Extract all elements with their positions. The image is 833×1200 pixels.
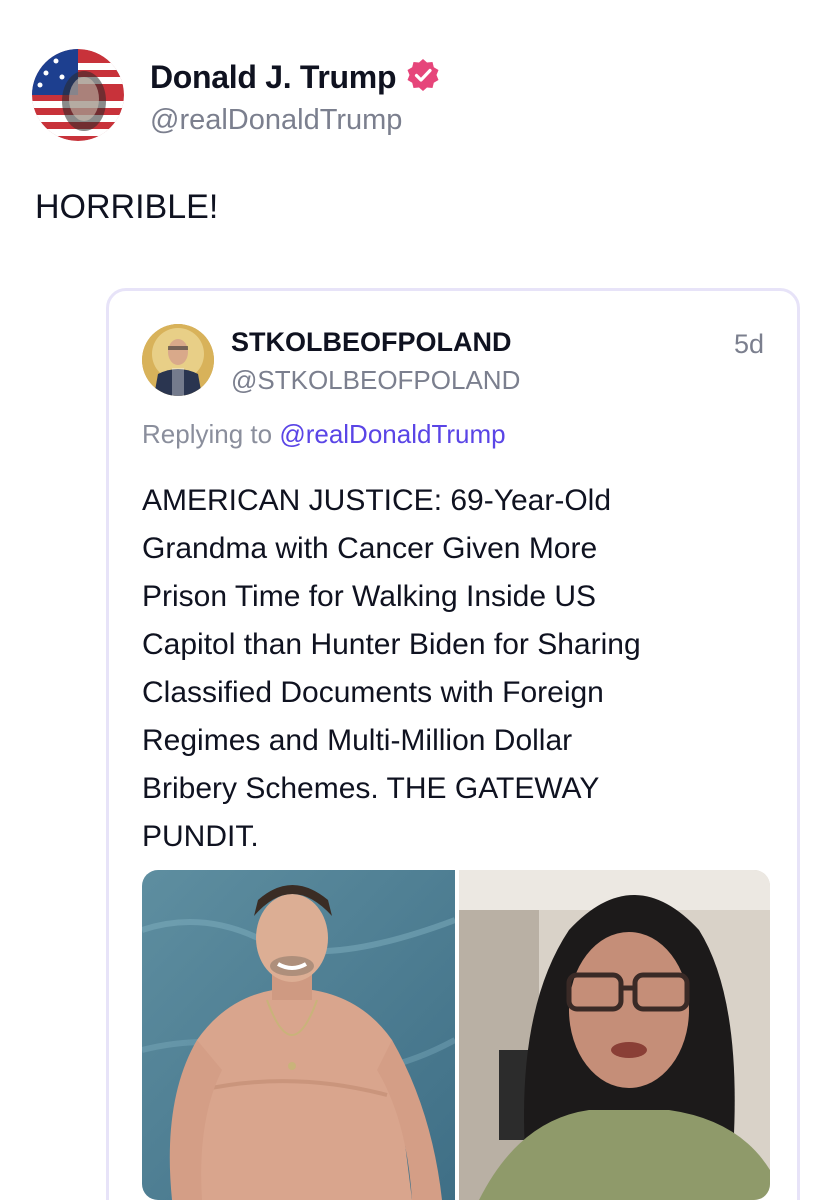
- quoted-author-handle[interactable]: @STKOLBEOFPOLAND: [231, 365, 520, 396]
- quoted-text-line: Capitol than Hunter Biden for Sharing: [142, 628, 641, 661]
- quoted-text-line: Classified Documents with Foreign: [142, 676, 604, 709]
- quoted-text-line: PUNDIT.: [142, 820, 259, 853]
- quoted-post-card[interactable]: STKOLBEOFPOLAND 5d @STKOLBEOFPOLAND Repl…: [106, 288, 800, 1200]
- media-gallery: [142, 870, 770, 1200]
- quoted-text-line: Bribery Schemes. THE GATEWAY: [142, 772, 600, 805]
- quoted-author-name[interactable]: STKOLBEOFPOLAND: [231, 327, 512, 358]
- quoted-text-line: Regimes and Multi-Million Dollar: [142, 724, 573, 757]
- media-image-right[interactable]: [459, 870, 770, 1200]
- quoted-post-time[interactable]: 5d: [734, 329, 764, 360]
- post-text: HORRIBLE!: [35, 188, 219, 226]
- author-avatar[interactable]: [32, 49, 124, 141]
- replying-to-label: Replying to: [142, 419, 273, 449]
- author-handle[interactable]: @realDonaldTrump: [150, 104, 402, 137]
- quoted-text-line: Prison Time for Walking Inside US: [142, 580, 597, 613]
- quoted-author-avatar[interactable]: [142, 324, 214, 396]
- replying-to-mention-link[interactable]: @realDonaldTrump: [279, 419, 505, 449]
- quoted-post-text: AMERICAN JUSTICE: 69-Year-Old Grandma wi…: [142, 477, 772, 861]
- quoted-text-line: AMERICAN JUSTICE: 69-Year-Old: [142, 484, 612, 517]
- media-image-left[interactable]: [142, 870, 455, 1200]
- replying-to-line: Replying to @realDonaldTrump: [142, 419, 506, 450]
- verified-badge-icon: [407, 59, 439, 91]
- author-name[interactable]: Donald J. Trump: [150, 58, 440, 96]
- post: Donald J. Trump @realDonaldTrump HORRIBL…: [0, 0, 833, 1200]
- quoted-text-line: Grandma with Cancer Given More: [142, 532, 598, 565]
- author-name-text[interactable]: Donald J. Trump: [150, 59, 397, 95]
